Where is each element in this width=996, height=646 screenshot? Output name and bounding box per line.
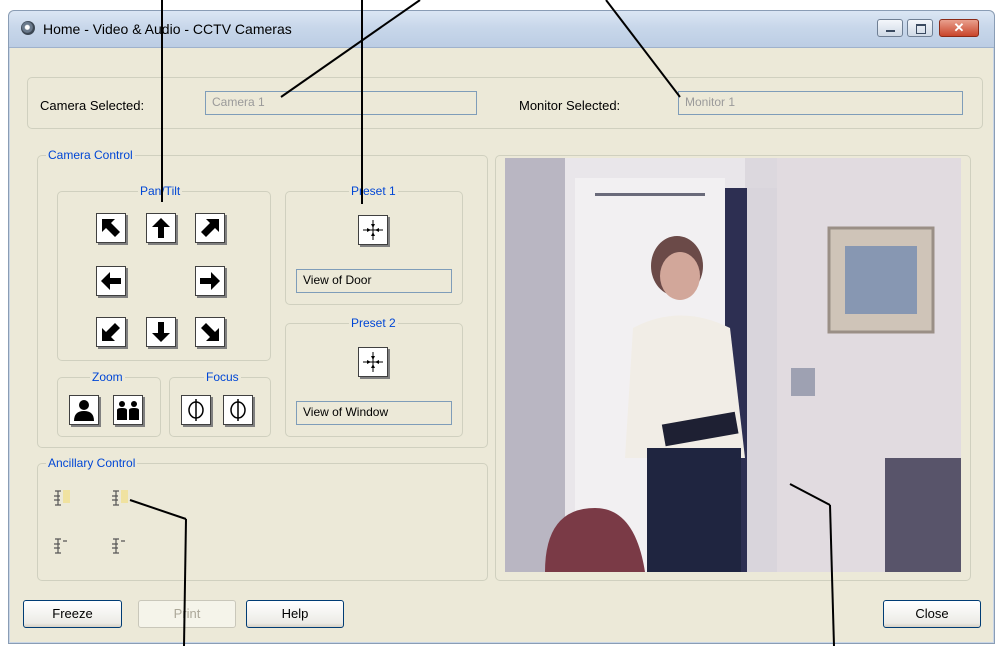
app-icon — [21, 21, 35, 35]
arrow-right-icon — [200, 272, 220, 290]
zoom-out-button[interactable] — [113, 395, 143, 425]
pan-tilt-title: Pan/Tilt — [138, 184, 183, 198]
zoom-two-people-icon — [117, 401, 139, 420]
relay-on-icon[interactable] — [109, 487, 131, 509]
freeze-button[interactable]: Freeze — [23, 600, 122, 628]
arrow-up-icon — [152, 218, 170, 238]
pan-up-right-button[interactable] — [195, 213, 225, 243]
ancillary-control-title: Ancillary Control — [46, 456, 138, 470]
maximize-button[interactable] — [907, 19, 933, 37]
camera-selected-field[interactable]: Camera 1 — [205, 91, 477, 115]
relay-off-icon[interactable] — [109, 535, 131, 557]
arrow-down-icon — [152, 322, 170, 342]
preset-1-name-field[interactable]: View of Door — [296, 269, 452, 293]
help-button[interactable]: Help — [246, 600, 344, 628]
camera-control-title: Camera Control — [46, 148, 135, 162]
title-bar[interactable]: Home - Video & Audio - CCTV Cameras ✕ — [9, 11, 994, 48]
focus-far-icon — [230, 399, 246, 421]
preset-2-title: Preset 2 — [349, 316, 398, 330]
preset-goto-icon — [363, 352, 383, 372]
tilt-down-button[interactable] — [146, 317, 176, 347]
camera-feed-image — [505, 158, 961, 572]
arrow-left-icon — [101, 272, 121, 290]
relay-on-icon[interactable] — [51, 487, 73, 509]
focus-far-button[interactable] — [223, 395, 253, 425]
close-icon: ✕ — [953, 20, 965, 35]
focus-near-button[interactable] — [181, 395, 211, 425]
pan-right-button[interactable] — [195, 266, 225, 296]
print-button[interactable]: Print — [138, 600, 236, 628]
zoom-title: Zoom — [90, 370, 125, 384]
focus-title: Focus — [204, 370, 241, 384]
monitor-selected-label: Monitor Selected: — [519, 98, 621, 113]
focus-near-icon — [188, 399, 204, 421]
arrow-up-right-icon — [201, 219, 219, 237]
preset-goto-icon — [363, 220, 383, 240]
zoom-single-person-icon — [74, 400, 94, 421]
minimize-button[interactable] — [877, 19, 903, 37]
close-window-button[interactable]: ✕ — [939, 19, 979, 37]
camera-video-feed[interactable] — [505, 158, 961, 572]
preset-2-name-field[interactable]: View of Window — [296, 401, 452, 425]
camera-selected-label: Camera Selected: — [40, 98, 145, 113]
preset-1-goto-button[interactable] — [358, 215, 388, 245]
zoom-in-button[interactable] — [69, 395, 99, 425]
pan-down-right-button[interactable] — [195, 317, 225, 347]
arrow-down-left-icon — [102, 323, 120, 341]
tilt-up-button[interactable] — [146, 213, 176, 243]
arrow-down-right-icon — [201, 323, 219, 341]
pan-left-button[interactable] — [96, 266, 126, 296]
pan-down-left-button[interactable] — [96, 317, 126, 347]
close-button[interactable]: Close — [883, 600, 981, 628]
relay-off-icon[interactable] — [51, 535, 73, 557]
preset-1-title: Preset 1 — [349, 184, 398, 198]
preset-2-goto-button[interactable] — [358, 347, 388, 377]
pan-up-left-button[interactable] — [96, 213, 126, 243]
arrow-up-left-icon — [102, 219, 120, 237]
monitor-selected-field[interactable]: Monitor 1 — [678, 91, 963, 115]
window-title: Home - Video & Audio - CCTV Cameras — [43, 21, 292, 37]
ancillary-control-group: Ancillary Control — [37, 456, 488, 581]
